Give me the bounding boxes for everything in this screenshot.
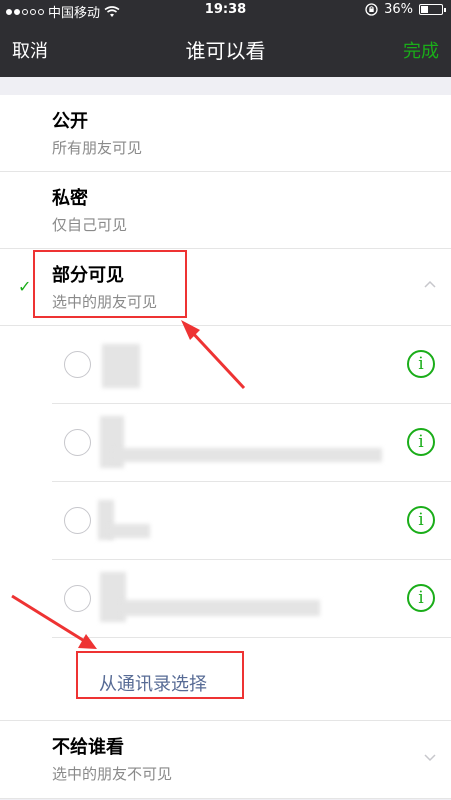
option-subtitle: 选中的朋友不可见 bbox=[52, 765, 173, 783]
annotation-box-partial bbox=[33, 250, 187, 318]
option-public[interactable]: 公开 所有朋友可见 bbox=[0, 95, 451, 172]
friend-info-icon[interactable]: i bbox=[407, 428, 435, 456]
done-button[interactable]: 完成 bbox=[403, 37, 439, 63]
page-title: 谁可以看 bbox=[185, 39, 266, 63]
battery-percent: 36% bbox=[384, 2, 413, 17]
battery-icon bbox=[419, 4, 446, 15]
chevron-down-icon[interactable] bbox=[424, 751, 436, 763]
checkmark-icon: ✓ bbox=[18, 277, 32, 296]
option-title: 私密 bbox=[52, 188, 88, 209]
status-bar: 中国移动 19:38 36% bbox=[0, 0, 451, 21]
friend-item[interactable]: i bbox=[52, 560, 451, 638]
option-exclude[interactable]: 不给谁看 选中的朋友不可见 bbox=[0, 720, 451, 799]
chevron-up-icon[interactable] bbox=[424, 279, 436, 291]
friend-checkbox[interactable] bbox=[64, 429, 91, 456]
friend-info-icon[interactable]: i bbox=[407, 584, 435, 612]
option-private[interactable]: 私密 仅自己可见 bbox=[0, 172, 451, 249]
option-title: 公开 bbox=[52, 111, 88, 132]
friend-checkbox[interactable] bbox=[64, 585, 91, 612]
friend-info-icon[interactable]: i bbox=[407, 506, 435, 534]
option-title: 不给谁看 bbox=[52, 737, 124, 758]
friend-item[interactable]: i bbox=[52, 326, 451, 404]
option-subtitle: 所有朋友可见 bbox=[52, 139, 143, 157]
friend-item[interactable]: i bbox=[52, 482, 451, 560]
friend-info-icon[interactable]: i bbox=[407, 350, 435, 378]
option-subtitle: 仅自己可见 bbox=[52, 216, 128, 234]
annotation-box-contacts bbox=[76, 651, 244, 699]
rotation-lock-icon bbox=[365, 3, 378, 16]
status-right: 36% bbox=[365, 2, 446, 17]
friend-checkbox[interactable] bbox=[64, 507, 91, 534]
friend-checkbox[interactable] bbox=[64, 351, 91, 378]
friend-name-redacted bbox=[112, 448, 382, 462]
nav-bar: 取消 谁可以看 完成 bbox=[0, 20, 451, 77]
friend-name-redacted bbox=[108, 524, 150, 538]
friend-item[interactable]: i bbox=[52, 404, 451, 482]
friend-name-redacted bbox=[120, 600, 320, 616]
avatar bbox=[102, 344, 140, 388]
